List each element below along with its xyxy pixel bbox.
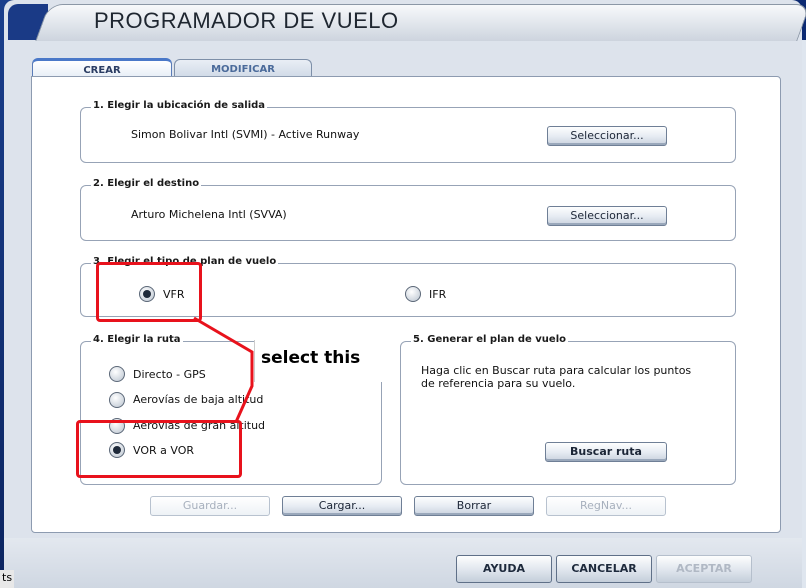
destination-value: Arturo Michelena Intl (SVVA) [131,208,287,221]
find-route-button[interactable]: Buscar ruta [545,442,667,462]
load-button[interactable]: Cargar... [282,496,402,516]
cancel-button[interactable]: CANCELAR [556,555,652,583]
ifr-radio[interactable] [405,286,421,302]
ifr-label[interactable]: IFR [429,288,446,301]
departure-group: 1. Elegir la ubicación de salida Simon B… [80,100,736,163]
background-bottom-text: ts [0,570,15,588]
generate-group: 5. Generar el plan de vuelo Haga clic en… [400,334,736,485]
annotation-box-vor [76,420,242,478]
accept-button[interactable]: ACEPTAR [656,555,752,583]
route-low-airways-radio[interactable] [109,392,125,408]
departure-select-button[interactable]: Seleccionar... [547,126,667,146]
destination-group: 2. Elegir el destino Arturo Michelena In… [80,178,736,241]
route-low-airways-label[interactable]: Aerovías de baja altitud [133,393,263,406]
generate-legend: 5. Generar el plan de vuelo [411,334,568,345]
departure-legend: 1. Elegir la ubicación de salida [91,100,268,111]
destination-select-button[interactable]: Seleccionar... [547,206,667,226]
route-direct-gps-label[interactable]: Directo - GPS [133,368,206,381]
annotation-note: select this [254,340,383,382]
regnav-button[interactable]: RegNav... [546,496,666,516]
tab-crear[interactable]: CREAR [32,58,172,78]
help-button[interactable]: AYUDA [456,555,552,583]
clear-button[interactable]: Borrar [414,496,534,516]
annotation-box-vfr [96,262,202,322]
route-direct-gps-radio[interactable] [109,366,125,382]
dialog-title: PROGRAMADOR DE VUELO [94,8,399,33]
generate-description: Haga clic en Buscar ruta para calcular l… [421,364,692,390]
destination-legend: 2. Elegir el destino [91,178,202,189]
save-button[interactable]: Guardar... [150,496,270,516]
departure-value: Simon Bolivar Intl (SVMI) - Active Runwa… [131,128,360,141]
route-legend: 4. Elegir la ruta [91,334,183,345]
